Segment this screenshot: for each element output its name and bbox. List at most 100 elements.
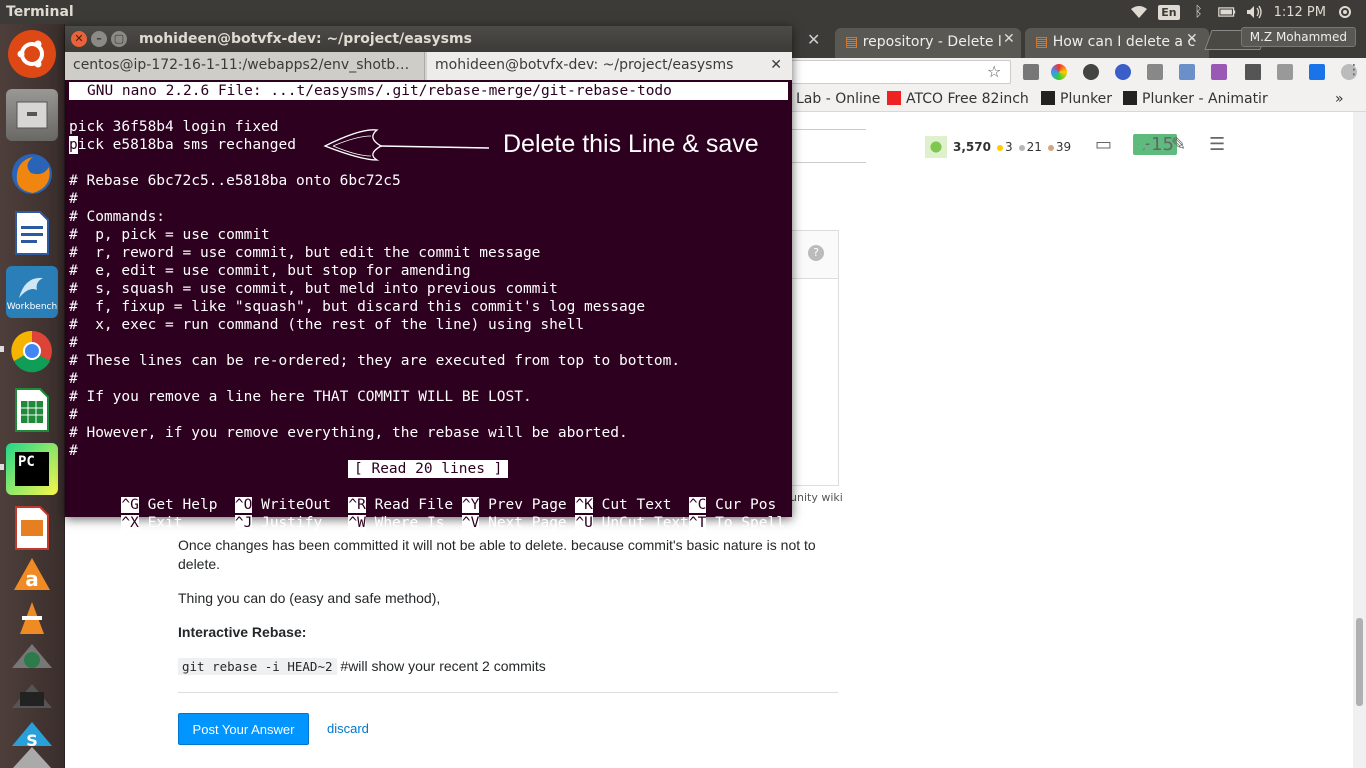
wifi-icon[interactable] bbox=[1130, 5, 1148, 19]
extension-icon[interactable] bbox=[1083, 64, 1099, 80]
comment-line: # bbox=[69, 407, 78, 423]
help-icon[interactable]: ? bbox=[808, 245, 824, 261]
ubuntu-dash-icon[interactable] bbox=[8, 30, 56, 78]
user-reputation[interactable]: 3,570 3 21 39 bbox=[925, 136, 1071, 158]
page-scrollbar[interactable] bbox=[1353, 112, 1366, 768]
community-wiki-label[interactable]: unity wiki bbox=[790, 491, 843, 504]
extension-icon[interactable] bbox=[1051, 64, 1067, 80]
libreoffice-writer-icon[interactable] bbox=[6, 207, 58, 259]
extension-icon[interactable] bbox=[1245, 64, 1261, 80]
terminal-screen[interactable]: GNU nano 2.2.6 File: ...t/easysms/.git/r… bbox=[65, 80, 792, 531]
shortcut-exit[interactable]: ^X Exit bbox=[121, 515, 235, 531]
vlc-icon[interactable] bbox=[6, 596, 58, 640]
battery-icon[interactable] bbox=[1217, 5, 1236, 19]
bookmark-item[interactable]: Lab - Online bbox=[796, 91, 880, 107]
extension-icon[interactable] bbox=[1023, 64, 1039, 80]
review-queue-icon[interactable]: ✎ bbox=[1171, 134, 1186, 155]
avatar bbox=[925, 136, 947, 158]
pycharm-icon[interactable]: PC bbox=[6, 443, 58, 495]
keyboard-layout-indicator[interactable]: En bbox=[1158, 4, 1180, 20]
tab-close-icon[interactable]: ✕ bbox=[807, 30, 820, 49]
extension-icon[interactable] bbox=[1277, 64, 1293, 80]
amazon-icon[interactable]: a bbox=[6, 554, 58, 598]
tab-close-icon[interactable]: ✕ bbox=[1186, 31, 1198, 47]
stackoverflow-favicon-icon: ▤ bbox=[1035, 34, 1053, 50]
shortcut-to-spell[interactable]: ^T To Spell bbox=[688, 515, 785, 531]
text-cursor: p bbox=[69, 136, 78, 154]
comment-line: # These lines can be re-ordered; they ar… bbox=[69, 353, 681, 369]
profile-button[interactable]: M.Z Mohammed bbox=[1240, 27, 1356, 47]
answer-paragraph: Thing you can do (easy and safe method), bbox=[178, 590, 441, 606]
answer-preview: Once changes has been committed it will … bbox=[178, 536, 838, 691]
todo-line: pick 36f58b4 login fixed bbox=[69, 119, 279, 135]
comment-line: # bbox=[69, 443, 78, 459]
comment-line: # bbox=[69, 371, 78, 387]
chrome-icon[interactable] bbox=[6, 325, 58, 377]
comment-line: # bbox=[69, 335, 78, 351]
running-indicator bbox=[0, 346, 4, 352]
tab-label: centos@ip-172-16-1-11:/webapps2/env_shot… bbox=[73, 57, 410, 73]
browser-tab[interactable]: ▤ repository - Delete l bbox=[835, 28, 1021, 58]
comment-line: # e, edit = use commit, but stop for ame… bbox=[69, 263, 471, 279]
tab-label: How can I delete a c bbox=[1052, 34, 1196, 50]
stacked-app-icon[interactable] bbox=[6, 744, 58, 768]
shortcut-uncut-text[interactable]: ^U UnCut Text bbox=[575, 515, 689, 531]
tab-close-icon[interactable]: ✕ bbox=[770, 57, 782, 73]
libreoffice-calc-icon[interactable] bbox=[6, 384, 58, 436]
tab-close-icon[interactable]: ✕ bbox=[1003, 31, 1015, 47]
chrome-menu-icon[interactable]: ⋮ bbox=[1347, 62, 1361, 78]
maximize-icon[interactable]: ▢ bbox=[111, 31, 127, 47]
bluetooth-icon[interactable]: ᛒ bbox=[1190, 4, 1208, 20]
extension-icon[interactable] bbox=[1309, 64, 1325, 80]
inbox-icon[interactable]: ▭ bbox=[1095, 134, 1112, 155]
terminal-window: ✕ – ▢ mohideen@botvfx-dev: ~/project/eas… bbox=[65, 26, 792, 531]
help-menu-icon[interactable]: ☰ bbox=[1209, 134, 1225, 155]
scrollbar-thumb[interactable] bbox=[1356, 618, 1363, 706]
comment-line: # However, if you remove everything, the… bbox=[69, 425, 628, 441]
top-panel: Terminal En ᛒ 1:12 PM bbox=[0, 0, 1366, 24]
files-icon[interactable] bbox=[6, 89, 58, 141]
bookmark-star-icon[interactable]: ☆ bbox=[987, 62, 1001, 81]
annotation-arrow-icon bbox=[323, 129, 490, 161]
minimize-icon[interactable]: – bbox=[91, 31, 107, 47]
reputation-count: 3,570 bbox=[953, 140, 991, 154]
nano-status-message: [ Read 20 lines ] bbox=[348, 460, 509, 478]
achievements-icon[interactable]: ▼ bbox=[1135, 134, 1149, 155]
site-search-input[interactable] bbox=[790, 129, 866, 163]
window-title: mohideen@botvfx-dev: ~/project/easysms bbox=[139, 31, 472, 47]
extension-icon[interactable] bbox=[1179, 64, 1195, 80]
discard-link[interactable]: discard bbox=[327, 721, 369, 736]
bookmark-item[interactable]: Plunker - Animatir bbox=[1123, 91, 1268, 107]
shortcut-justify[interactable]: ^J Justify bbox=[234, 515, 349, 531]
close-icon[interactable]: ✕ bbox=[71, 31, 87, 47]
mysql-workbench-icon[interactable]: Workbench bbox=[6, 266, 58, 318]
workbench-label: Workbench bbox=[6, 302, 58, 312]
browser-tab-active[interactable]: ▤ How can I delete a c bbox=[1025, 28, 1209, 58]
bookmarks-overflow-icon[interactable]: » bbox=[1335, 91, 1344, 107]
extension-icon[interactable] bbox=[1115, 64, 1131, 80]
terminal-titlebar[interactable]: ✕ – ▢ mohideen@botvfx-dev: ~/project/eas… bbox=[65, 26, 792, 52]
bookmark-item[interactable]: ATCO Free 82inch bbox=[887, 91, 1029, 107]
bookmark-label: Plunker - Animatir bbox=[1142, 91, 1268, 107]
system-tray: En ᛒ 1:12 PM bbox=[1130, 0, 1366, 24]
volume-icon[interactable] bbox=[1246, 5, 1264, 19]
comment-line: # Rebase 6bc72c5..e5818ba onto 6bc72c5 bbox=[69, 173, 401, 189]
power-gear-icon[interactable] bbox=[1336, 5, 1354, 19]
extension-icon[interactable] bbox=[1211, 64, 1227, 80]
clock[interactable]: 1:12 PM bbox=[1274, 5, 1326, 20]
extension-icon[interactable] bbox=[1147, 64, 1163, 80]
gold-badge-count: 3 bbox=[996, 140, 1013, 154]
screenshot-icon[interactable] bbox=[6, 636, 58, 680]
terminal-tab[interactable]: centos@ip-172-16-1-11:/webapps2/env_shot… bbox=[65, 52, 425, 80]
firefox-icon[interactable] bbox=[6, 148, 58, 200]
bookmark-item[interactable]: Plunker bbox=[1041, 91, 1112, 107]
comment-line: # If you remove a line here THAT COMMIT … bbox=[69, 389, 532, 405]
tab-label: repository - Delete l bbox=[862, 34, 1002, 50]
shortcut-where-is[interactable]: ^W Where Is bbox=[348, 515, 462, 531]
terminal-tab-active[interactable]: mohideen@botvfx-dev: ~/project/easysms ✕ bbox=[427, 52, 792, 80]
libreoffice-impress-icon[interactable] bbox=[6, 502, 58, 554]
post-answer-button[interactable]: Post Your Answer bbox=[178, 713, 309, 745]
bookmark-label: Plunker bbox=[1060, 91, 1113, 107]
shortcut-next-page[interactable]: ^V Next Page bbox=[461, 515, 576, 531]
address-bar[interactable] bbox=[785, 60, 1011, 84]
